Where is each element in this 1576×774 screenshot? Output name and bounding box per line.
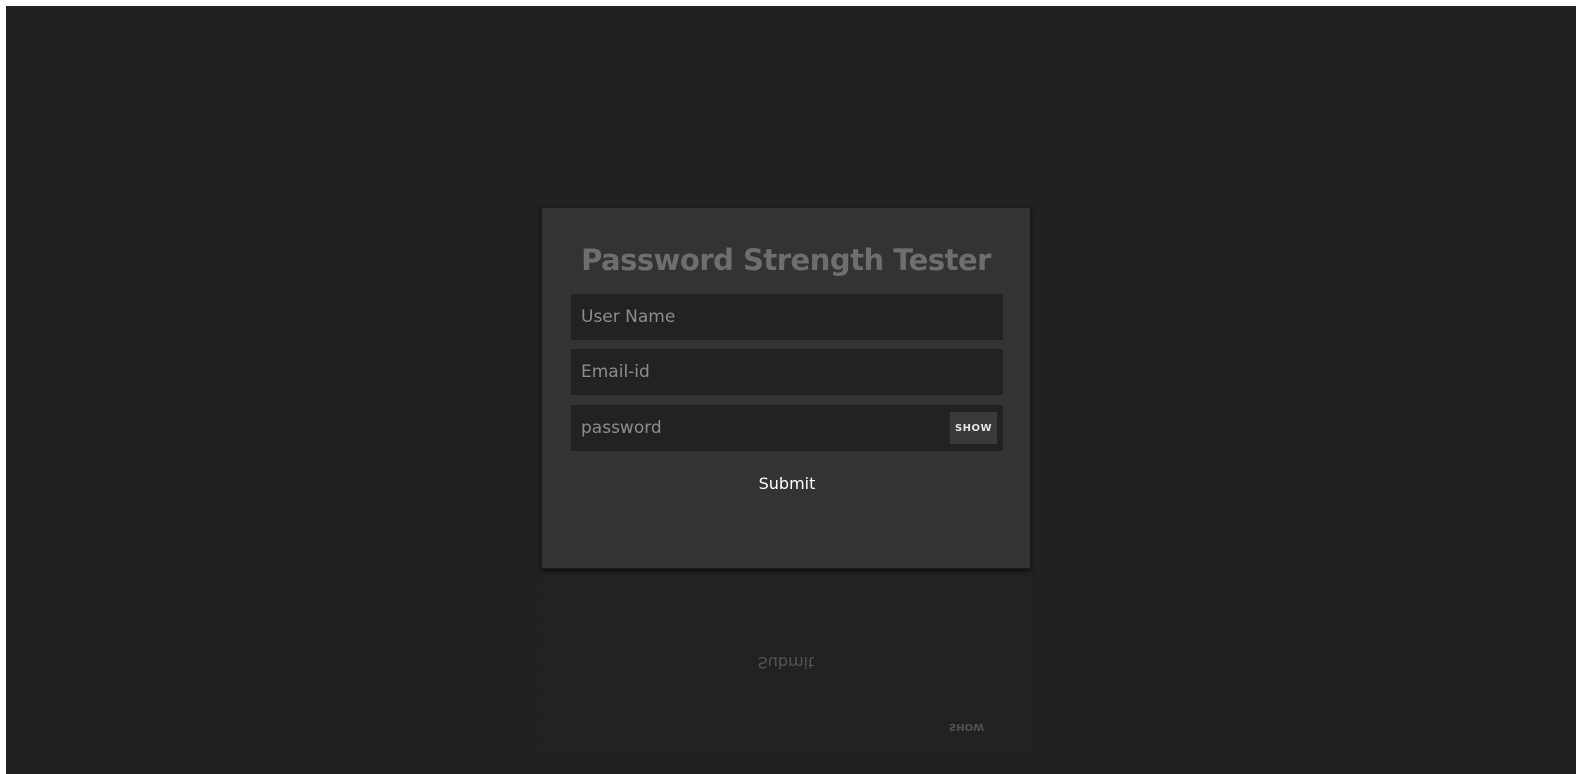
- show-password-button[interactable]: SHOW: [950, 412, 997, 444]
- card-reflection: Submit SHOW: [541, 574, 1031, 754]
- page-background: Password Strength Tester SHOW Submit Sub…: [6, 6, 1576, 774]
- password-input[interactable]: [571, 405, 1003, 451]
- email-input[interactable]: [571, 349, 1003, 395]
- password-form-card: Password Strength Tester SHOW Submit: [541, 207, 1031, 569]
- submit-button[interactable]: Submit: [737, 470, 837, 496]
- reflection-submit-text: Submit: [757, 653, 815, 672]
- username-input[interactable]: [571, 294, 1003, 340]
- form-title: Password Strength Tester: [581, 243, 991, 277]
- username-field-container: [571, 294, 1003, 340]
- email-field-container: [571, 349, 1003, 395]
- reflection-content: Submit SHOW: [541, 574, 1031, 754]
- password-field-container: SHOW: [571, 405, 1003, 451]
- reflection-show-text: SHOW: [949, 721, 985, 732]
